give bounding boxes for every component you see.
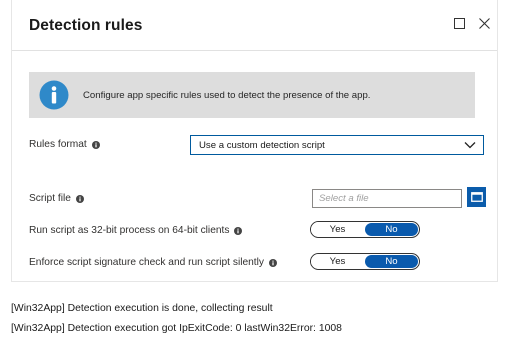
rules-format-value: Use a custom detection script [199,139,325,151]
rules-format-label: Rules format [29,139,100,150]
maximize-icon [453,17,465,29]
info-tooltip-icon[interactable] [234,226,243,235]
enforce-signature-toggle[interactable]: Yes No [310,253,420,270]
info-banner-text: Configure app specific rules used to det… [83,89,371,101]
maximize-button[interactable] [450,14,468,32]
info-tooltip-icon[interactable] [75,194,84,203]
info-banner: Configure app specific rules used to det… [29,72,475,118]
run-32bit-toggle[interactable]: Yes No [310,221,420,238]
panel-title: Detection rules [29,17,143,34]
enforce-signature-label-text: Enforce script signature check and run s… [29,257,264,268]
close-button[interactable] [475,14,493,32]
script-file-label: Script file [29,193,84,204]
folder-browse-icon [470,192,483,202]
log-line: [Win32App] Detection execution got IpExi… [11,323,342,334]
run-32bit-label: Run script as 32-bit process on 64-bit c… [29,225,243,236]
enforce-signature-yes-option[interactable]: Yes [311,254,364,269]
info-tooltip-icon[interactable] [268,258,277,267]
header-divider [12,50,497,51]
panel-header: Detection rules [12,0,497,50]
chevron-down-icon [464,142,476,149]
run-32bit-no-option[interactable]: No [365,223,418,236]
rules-format-label-text: Rules format [29,139,87,150]
script-file-input[interactable] [312,189,462,208]
close-icon [478,17,490,29]
browse-file-button[interactable] [467,187,486,207]
log-line: [Win32App] Detection execution is done, … [11,303,273,314]
rules-format-select[interactable]: Use a custom detection script [190,135,484,155]
enforce-signature-label: Enforce script signature check and run s… [29,257,277,268]
script-file-label-text: Script file [29,193,71,204]
detection-rules-panel: Detection rules Configure app specific r… [11,0,498,282]
enforce-signature-no-option[interactable]: No [365,255,418,268]
info-tooltip-icon[interactable] [91,140,100,149]
run-32bit-label-text: Run script as 32-bit process on 64-bit c… [29,225,230,236]
info-icon [39,80,69,110]
run-32bit-yes-option[interactable]: Yes [311,222,364,237]
